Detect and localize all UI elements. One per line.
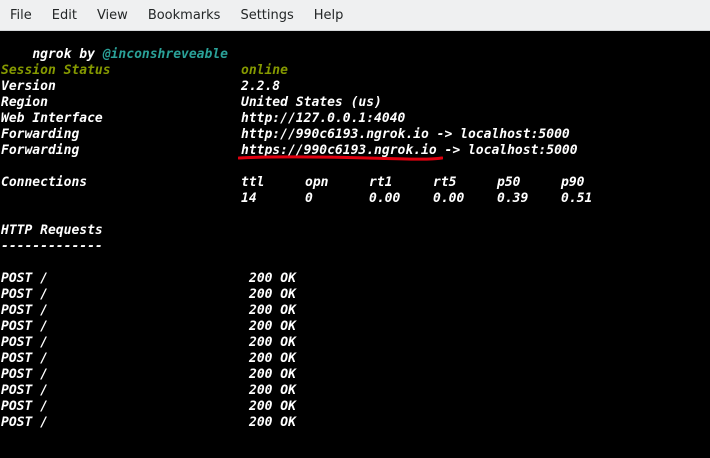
connections-value-rt5: 0.00 <box>433 191 465 206</box>
request-method: POST / <box>1 367 48 382</box>
menu-file[interactable]: File <box>0 8 42 23</box>
connections-value-ttl: 14 <box>241 191 257 206</box>
info-value-web-interface[interactable]: http://127.0.0.1:4040 <box>241 111 405 127</box>
connections-value-opn: 0 <box>305 191 313 206</box>
request-method: POST / <box>1 383 48 398</box>
http-requests-rule: ------------- <box>1 239 103 254</box>
request-status: 200 OK <box>249 319 296 334</box>
connections-header-p90: p90 <box>561 175 585 190</box>
request-status: 200 OK <box>249 415 296 430</box>
request-method: POST / <box>1 287 48 302</box>
menu-edit[interactable]: Edit <box>42 8 87 23</box>
info-label-version: Version <box>1 79 56 94</box>
menu-bar: File Edit View Bookmarks Settings Help <box>0 0 710 31</box>
request-method: POST / <box>1 271 48 286</box>
request-status: 200 OK <box>249 287 296 302</box>
connections-value-rt1: 0.00 <box>369 191 401 206</box>
request-status: 200 OK <box>249 271 296 286</box>
menu-help[interactable]: Help <box>304 8 354 23</box>
red-underline-annotation <box>238 155 443 161</box>
request-method: POST / <box>1 351 48 366</box>
connections-value-p50: 0.39 <box>497 191 529 206</box>
http-requests-title: HTTP Requests <box>1 223 103 238</box>
request-status: 200 OK <box>249 383 296 398</box>
info-label-forwarding-https: Forwarding <box>1 143 80 158</box>
info-label-region: Region <box>1 95 48 110</box>
request-status: 200 OK <box>249 399 296 414</box>
session-status-value: online <box>241 63 288 78</box>
info-value-region: United States (us) <box>241 95 382 110</box>
connections-header-rt5: rt5 <box>433 175 457 190</box>
banner-handle: @inconshreveable <box>102 47 228 62</box>
request-status: 200 OK <box>249 335 296 350</box>
request-status: 200 OK <box>249 367 296 382</box>
connections-value-p90: 0.51 <box>561 191 593 206</box>
request-method: POST / <box>1 335 48 350</box>
menu-view[interactable]: View <box>87 8 138 23</box>
request-method: POST / <box>1 415 48 430</box>
request-status: 200 OK <box>249 303 296 318</box>
request-method: POST / <box>1 399 48 414</box>
connections-label: Connections <box>1 175 88 190</box>
info-label-forwarding-http: Forwarding <box>1 127 80 142</box>
connections-header-rt1: rt1 <box>369 175 393 190</box>
connections-header-opn: opn <box>305 175 329 190</box>
info-value-version: 2.2.8 <box>241 79 281 94</box>
menu-settings[interactable]: Settings <box>230 8 303 23</box>
banner-prefix: ngrok by <box>32 47 95 62</box>
terminal-area[interactable]: ngrok by @inconshreveable Session Status… <box>0 31 710 458</box>
request-method: POST / <box>1 319 48 334</box>
menu-bookmarks[interactable]: Bookmarks <box>138 8 231 23</box>
request-method: POST / <box>1 303 48 318</box>
session-status-label: Session Status <box>1 63 111 78</box>
request-status: 200 OK <box>249 351 296 366</box>
connections-header-ttl: ttl <box>241 175 265 190</box>
info-value-forwarding-http[interactable]: http://990c6193.ngrok.io -> localhost:50… <box>241 127 570 143</box>
info-label-web-interface: Web Interface <box>1 111 103 126</box>
connections-header-p50: p50 <box>497 175 521 190</box>
